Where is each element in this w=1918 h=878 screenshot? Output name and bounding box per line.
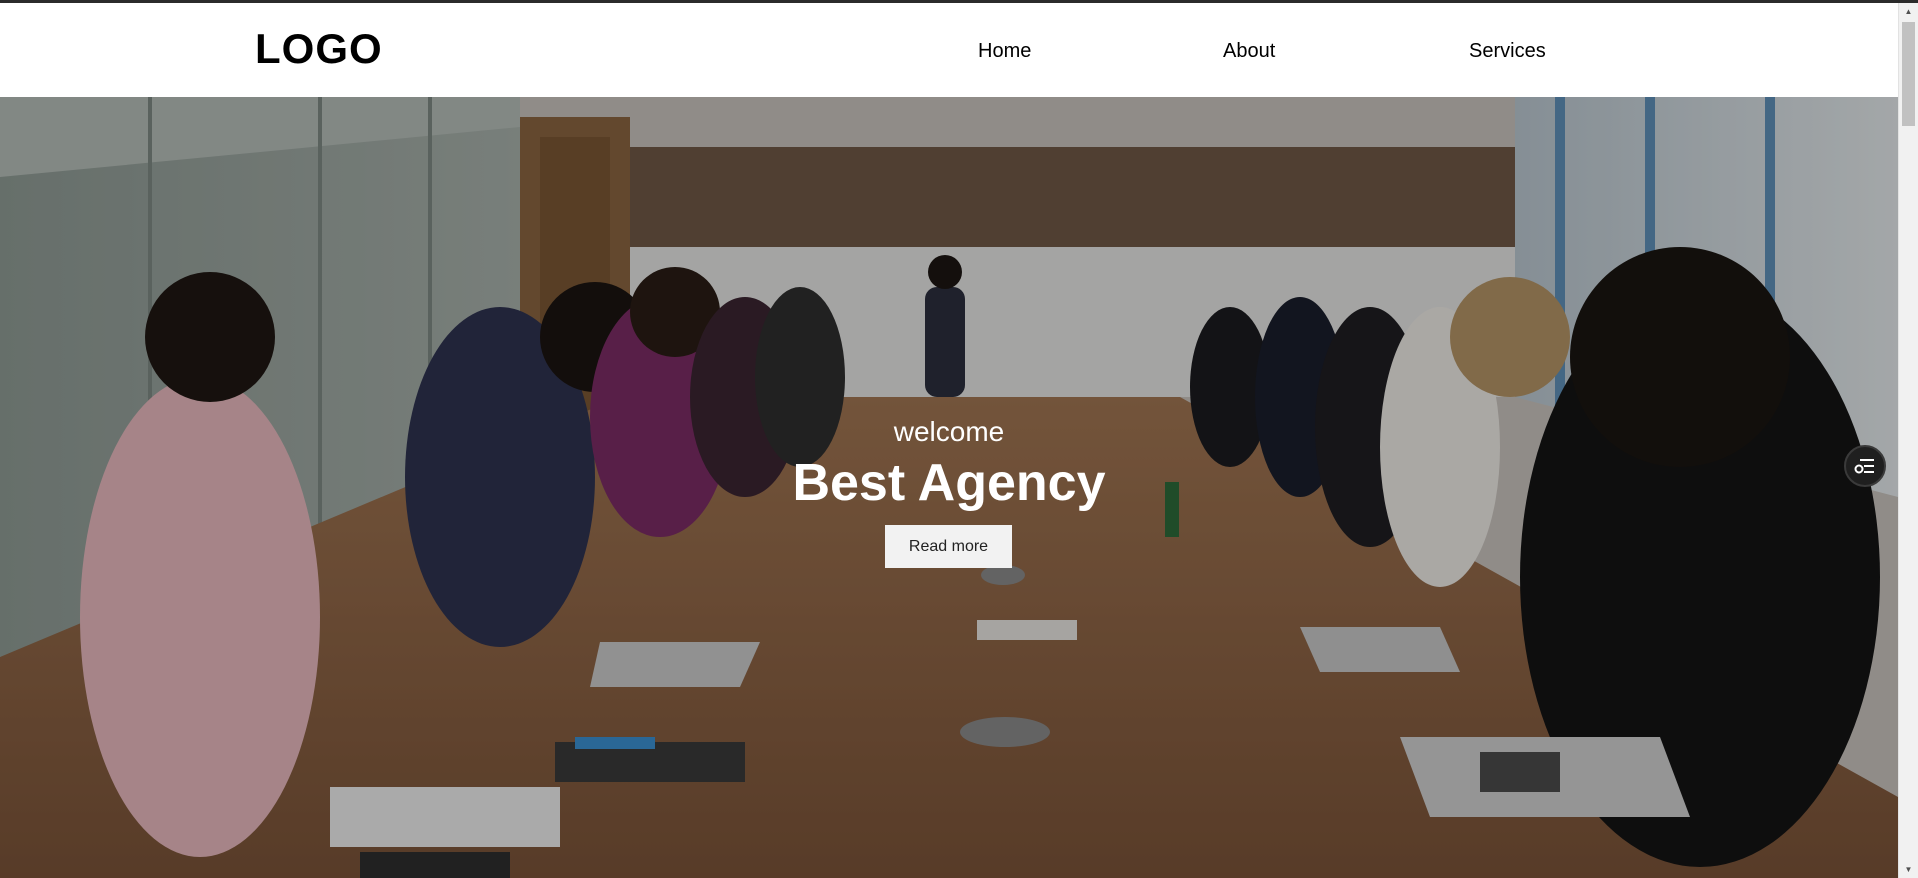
hero-section: welcome Best Agency Read more: [0, 97, 1898, 878]
nav-link-home[interactable]: Home: [978, 37, 1031, 65]
read-more-button[interactable]: Read more: [885, 525, 1012, 568]
browser-viewport: LOGO Home About Services welcome Best Ag…: [0, 0, 1918, 878]
vertical-scrollbar[interactable]: ▲ ▼: [1898, 3, 1918, 878]
hero-welcome-text: welcome: [893, 416, 1005, 447]
main-nav: Home About Services: [0, 37, 1898, 67]
nav-link-services[interactable]: Services: [1469, 37, 1546, 65]
nav-link-about[interactable]: About: [1223, 37, 1275, 65]
site-header: LOGO Home About Services: [0, 3, 1898, 97]
hero-title: Best Agency: [792, 454, 1106, 512]
scrollbar-thumb[interactable]: [1902, 22, 1915, 126]
floating-menu-button[interactable]: [1844, 445, 1886, 487]
arrow-up-icon[interactable]: ▲: [1899, 3, 1918, 20]
menu-settings-icon: [1854, 459, 1874, 474]
arrow-down-icon[interactable]: ▼: [1899, 861, 1918, 878]
hero-content: welcome Best Agency Read more: [0, 97, 1898, 878]
